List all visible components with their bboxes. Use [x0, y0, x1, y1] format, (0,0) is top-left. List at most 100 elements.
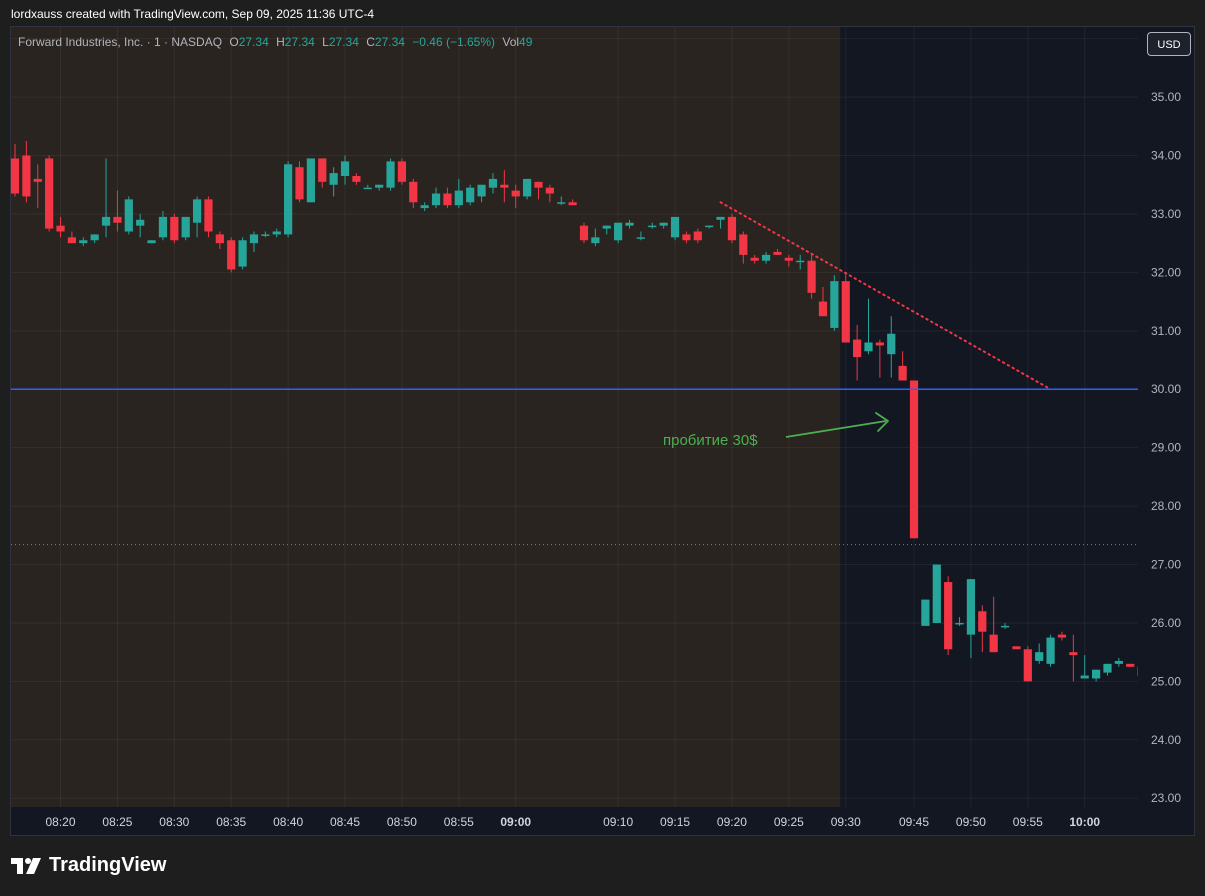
- candle-body: [807, 260, 816, 293]
- price-tick-label: 29.00: [1151, 441, 1181, 455]
- candle: [124, 196, 133, 235]
- candle-body: [409, 181, 418, 203]
- candle-body: [602, 225, 611, 229]
- candle-body: [875, 342, 884, 346]
- candle-body: [284, 164, 293, 235]
- candle-body: [101, 216, 111, 226]
- candle: [909, 380, 919, 539]
- candle-body: [363, 187, 372, 190]
- candle-body: [272, 231, 281, 235]
- candle: [284, 161, 293, 238]
- candle-body: [215, 234, 224, 244]
- price-tick-label: 27.00: [1151, 558, 1181, 572]
- time-tick-label: 08:30: [159, 815, 189, 829]
- candlestick-chart[interactable]: пробитие 30$30.0027.3425.09 23.0024.0025…: [0, 0, 1205, 896]
- candle-body: [170, 216, 179, 241]
- candle-body: [500, 184, 509, 188]
- candle-body: [989, 634, 998, 653]
- volume-label: Vol: [502, 35, 520, 49]
- candle: [295, 161, 304, 203]
- candle-body: [329, 173, 338, 185]
- candle-body: [818, 301, 828, 317]
- candle-body: [978, 611, 987, 632]
- candle-body: [784, 257, 793, 261]
- close-value: 27.34: [374, 35, 405, 49]
- candle: [227, 237, 236, 273]
- time-tick-label: 08:20: [46, 815, 76, 829]
- candle-body: [1114, 660, 1123, 664]
- tradingview-logo-icon: [11, 857, 41, 874]
- candle-body: [397, 161, 407, 182]
- candle-body: [22, 155, 31, 197]
- candle-body: [625, 222, 634, 226]
- candle-body: [557, 202, 566, 204]
- time-tick-label: 08:35: [216, 815, 246, 829]
- candle: [1012, 646, 1021, 650]
- candle: [670, 216, 680, 241]
- candle-body: [386, 161, 395, 188]
- candle-body: [295, 167, 304, 200]
- time-tick-label: 08:55: [444, 815, 474, 829]
- candle-body: [158, 216, 168, 238]
- candle: [204, 196, 213, 238]
- price-axis: 23.00 24.00 25.00 26.00 27.00 28.00 29.00 30.00…: [1138, 27, 1194, 808]
- tradingview-logo[interactable]: TradingView: [11, 854, 166, 877]
- candle-body: [841, 281, 850, 343]
- time-tick-label: 08:50: [387, 815, 417, 829]
- candle-body: [1069, 652, 1078, 656]
- candle-body: [830, 281, 839, 328]
- candle-body: [864, 342, 873, 352]
- candle-body: [568, 202, 577, 206]
- candle-body: [579, 225, 589, 241]
- candle-body: [238, 240, 247, 267]
- price-tick-label: 23.00: [1151, 791, 1181, 805]
- candle-body: [1012, 646, 1021, 650]
- candle-body: [898, 365, 907, 381]
- annotation-text: пробитие 30$: [663, 432, 758, 449]
- candle-body: [147, 240, 156, 244]
- candle: [1046, 634, 1055, 667]
- candle-body: [1103, 663, 1112, 673]
- candle-body: [750, 257, 759, 261]
- candle-body: [431, 193, 441, 206]
- candle-body: [887, 333, 896, 355]
- price-tick-label: 28.00: [1151, 499, 1181, 513]
- time-tick-label: 09:00: [500, 815, 531, 829]
- candle-body: [466, 187, 475, 203]
- candle-body: [773, 251, 782, 255]
- candle-body: [921, 599, 930, 626]
- change-value: −0.46 (−1.65%): [412, 35, 496, 49]
- candle: [841, 272, 850, 343]
- candle-body: [682, 234, 691, 241]
- candle-body: [523, 178, 532, 197]
- candle-body: [67, 237, 76, 244]
- candle-body: [1035, 652, 1044, 661]
- candle-body: [227, 240, 236, 270]
- candle-body: [261, 234, 270, 236]
- candle-body: [545, 187, 554, 194]
- time-axis: 08:20 08:25 08:30 08:35 08:40 08:45 08:50 08:55…: [11, 807, 1194, 835]
- candle-body: [966, 579, 976, 635]
- time-tick-label: 08:40: [273, 815, 303, 829]
- time-tick-label: 09:50: [956, 815, 986, 829]
- premarket-background: [11, 27, 841, 807]
- time-tick-label: 09:25: [774, 815, 804, 829]
- currency-button[interactable]: USD: [1147, 32, 1191, 56]
- symbol-legend: Forward Industries, Inc. · 1 · NASDAQ O2…: [18, 35, 532, 49]
- candle-body: [443, 193, 452, 206]
- candle-body: [136, 219, 145, 226]
- candle-body: [79, 240, 88, 244]
- candle-body: [636, 237, 645, 239]
- candle: [466, 184, 475, 206]
- price-tick-label: 26.00: [1151, 616, 1181, 630]
- high-value: 27.34: [284, 35, 315, 49]
- time-tick-label: 08:45: [330, 815, 360, 829]
- candle: [944, 576, 953, 656]
- candle: [238, 237, 247, 270]
- candle-body: [420, 205, 429, 209]
- candle: [932, 564, 941, 623]
- candle: [830, 275, 839, 331]
- candle-body: [1023, 649, 1032, 682]
- candle-body: [591, 237, 600, 244]
- candle-body: [90, 234, 99, 241]
